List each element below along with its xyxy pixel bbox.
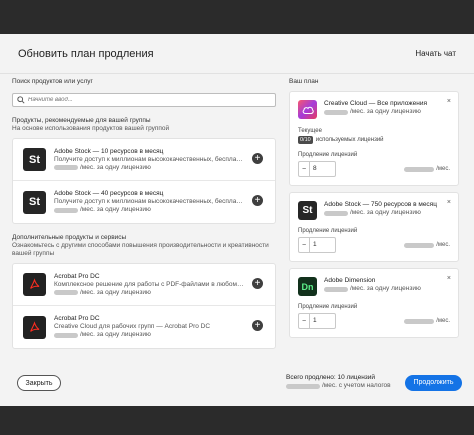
plan-heading: Ваш план [289, 78, 319, 85]
product-price: /мес. за одну лицензию [80, 163, 151, 171]
plan-card: × Creative Cloud — Все приложения /мес. … [289, 91, 459, 186]
search-field[interactable] [12, 93, 276, 107]
plan-card: × St Adobe Stock — 750 ресурсов в месяц … [289, 192, 459, 262]
redacted-price [324, 210, 348, 216]
adobe-stock-icon: St [298, 201, 317, 220]
quantity-value[interactable]: 1 [309, 238, 335, 252]
redacted-total [404, 166, 435, 172]
redacted-total-price [286, 383, 320, 389]
quantity-label: Продление лицензий [298, 152, 358, 158]
product-description: Получите доступ к миллионам высококачест… [54, 198, 244, 205]
adobe-stock-icon: St [23, 148, 46, 171]
quantity-stepper[interactable]: − 1 [298, 313, 336, 329]
add-product-button[interactable]: + [252, 195, 263, 206]
product-description: Комплексное решение для работы с PDF-фай… [54, 280, 244, 288]
redacted-price [54, 165, 78, 170]
plan-product-name: Creative Cloud — Все приложения [324, 100, 427, 107]
product-description: Получите доступ к миллионам высококачест… [54, 155, 244, 163]
dialog-footer: Закрыть Всего продлено: 10 лицензий /мес… [0, 366, 474, 406]
search-icon [17, 96, 25, 104]
per-month-label: /мес. [436, 318, 450, 324]
quantity-stepper[interactable]: − 8 [298, 161, 336, 177]
additional-list: Acrobat Pro DC Комплексное решение для р… [12, 263, 276, 349]
product-price: /мес. за одну лицензию [80, 206, 151, 213]
decrement-button[interactable]: − [299, 242, 309, 249]
product-price: /мес. за одну лицензию [80, 331, 151, 338]
per-month-label: /мес. [436, 242, 450, 248]
add-product-button[interactable]: + [252, 320, 263, 331]
product-description: Creative Cloud для рабочих групп — Acrob… [54, 323, 211, 330]
start-chat-link[interactable]: Начать чат [415, 49, 456, 58]
continue-button[interactable]: Продолжить [405, 375, 462, 391]
license-usage-text: используемых лицензий [315, 137, 384, 143]
creative-cloud-icon [298, 100, 317, 119]
list-item: St Adobe Stock — 40 ресурсов в месяц Пол… [13, 181, 275, 223]
list-item: Acrobat Pro DC Creative Cloud для рабочи… [13, 306, 275, 348]
recommended-subheading: На основе использования продуктов вашей … [12, 125, 170, 132]
recommended-heading: Продукты, рекомендуемые для вашей группы [12, 117, 151, 124]
product-browser: Поиск продуктов или услуг Продукты, реко… [12, 78, 276, 349]
dialog-header: Обновить план продления Начать чат [0, 34, 474, 74]
decrement-button[interactable]: − [299, 318, 309, 325]
quantity-value[interactable]: 1 [309, 314, 335, 328]
total-price-suffix: /мес. с учетом налогов [322, 382, 391, 389]
redacted-price [324, 286, 348, 292]
product-name: Acrobat Pro DC [54, 315, 100, 322]
additional-heading: Дополнительные продукты и сервисы [12, 234, 127, 241]
redacted-total [404, 318, 435, 324]
product-name: Adobe Stock — 40 ресурсов в месяц [54, 190, 164, 197]
total-licenses: Всего продлено: 10 лицензий [286, 374, 376, 381]
acrobat-pdf-icon [23, 273, 46, 296]
redacted-price [54, 332, 78, 338]
plan-product-name: Adobe Dimension [324, 277, 376, 284]
redacted-total [404, 242, 435, 248]
plan-card: × Dn Adobe Dimension /мес. за одну лицен… [289, 268, 459, 338]
remove-card-close-icon[interactable]: × [447, 275, 451, 282]
product-price: /мес. за одну лицензию [80, 288, 151, 296]
your-plan-panel: Ваш план × Creative Cloud — Все приложен… [289, 78, 459, 338]
remove-card-close-icon[interactable]: × [447, 98, 451, 105]
plan-product-price: /мес. за одну лицензию [350, 209, 421, 216]
per-month-label: /мес. [436, 166, 450, 172]
acrobat-pdf-icon [23, 315, 46, 339]
quantity-label: Продление лицензий [298, 228, 358, 234]
quantity-label: Продление лицензий [298, 304, 358, 310]
list-item: Acrobat Pro DC Комплексное решение для р… [13, 264, 275, 306]
renewal-total: Всего продлено: 10 лицензий /мес. с учет… [286, 374, 391, 390]
adobe-stock-icon: St [23, 190, 46, 214]
product-name: Adobe Stock — 10 ресурсов в месяц [54, 147, 164, 155]
redacted-price [54, 290, 78, 295]
product-name: Acrobat Pro DC [54, 272, 100, 280]
list-item: St Adobe Stock — 10 ресурсов в месяц Пол… [13, 139, 275, 181]
renewal-dialog: Обновить план продления Начать чат Поиск… [0, 34, 474, 406]
plan-product-price: /мес. за одну лицензию [350, 108, 421, 115]
license-usage-badge: 0/10 [298, 136, 313, 144]
dialog-title: Обновить план продления [18, 47, 154, 60]
remove-card-close-icon[interactable]: × [447, 199, 451, 206]
decrement-button[interactable]: − [299, 166, 309, 173]
add-product-button[interactable]: + [252, 153, 263, 164]
additional-subheading: Ознакомьтесь с другими способами повышен… [12, 242, 269, 257]
quantity-value[interactable]: 8 [309, 162, 335, 176]
current-label: Текущее [298, 128, 322, 134]
redacted-price [324, 109, 348, 115]
adobe-dimension-icon: Dn [298, 277, 317, 296]
quantity-stepper[interactable]: − 1 [298, 237, 336, 253]
redacted-price [54, 207, 78, 213]
recommended-list: St Adobe Stock — 10 ресурсов в месяц Пол… [12, 138, 276, 224]
add-product-button[interactable]: + [252, 278, 263, 289]
plan-product-name: Adobe Stock — 750 ресурсов в месяц [324, 201, 437, 208]
search-input[interactable] [25, 97, 228, 103]
search-label: Поиск продуктов или услуг [12, 78, 93, 85]
plan-product-price: /мес. за одну лицензию [350, 285, 421, 292]
close-button[interactable]: Закрыть [17, 375, 61, 391]
